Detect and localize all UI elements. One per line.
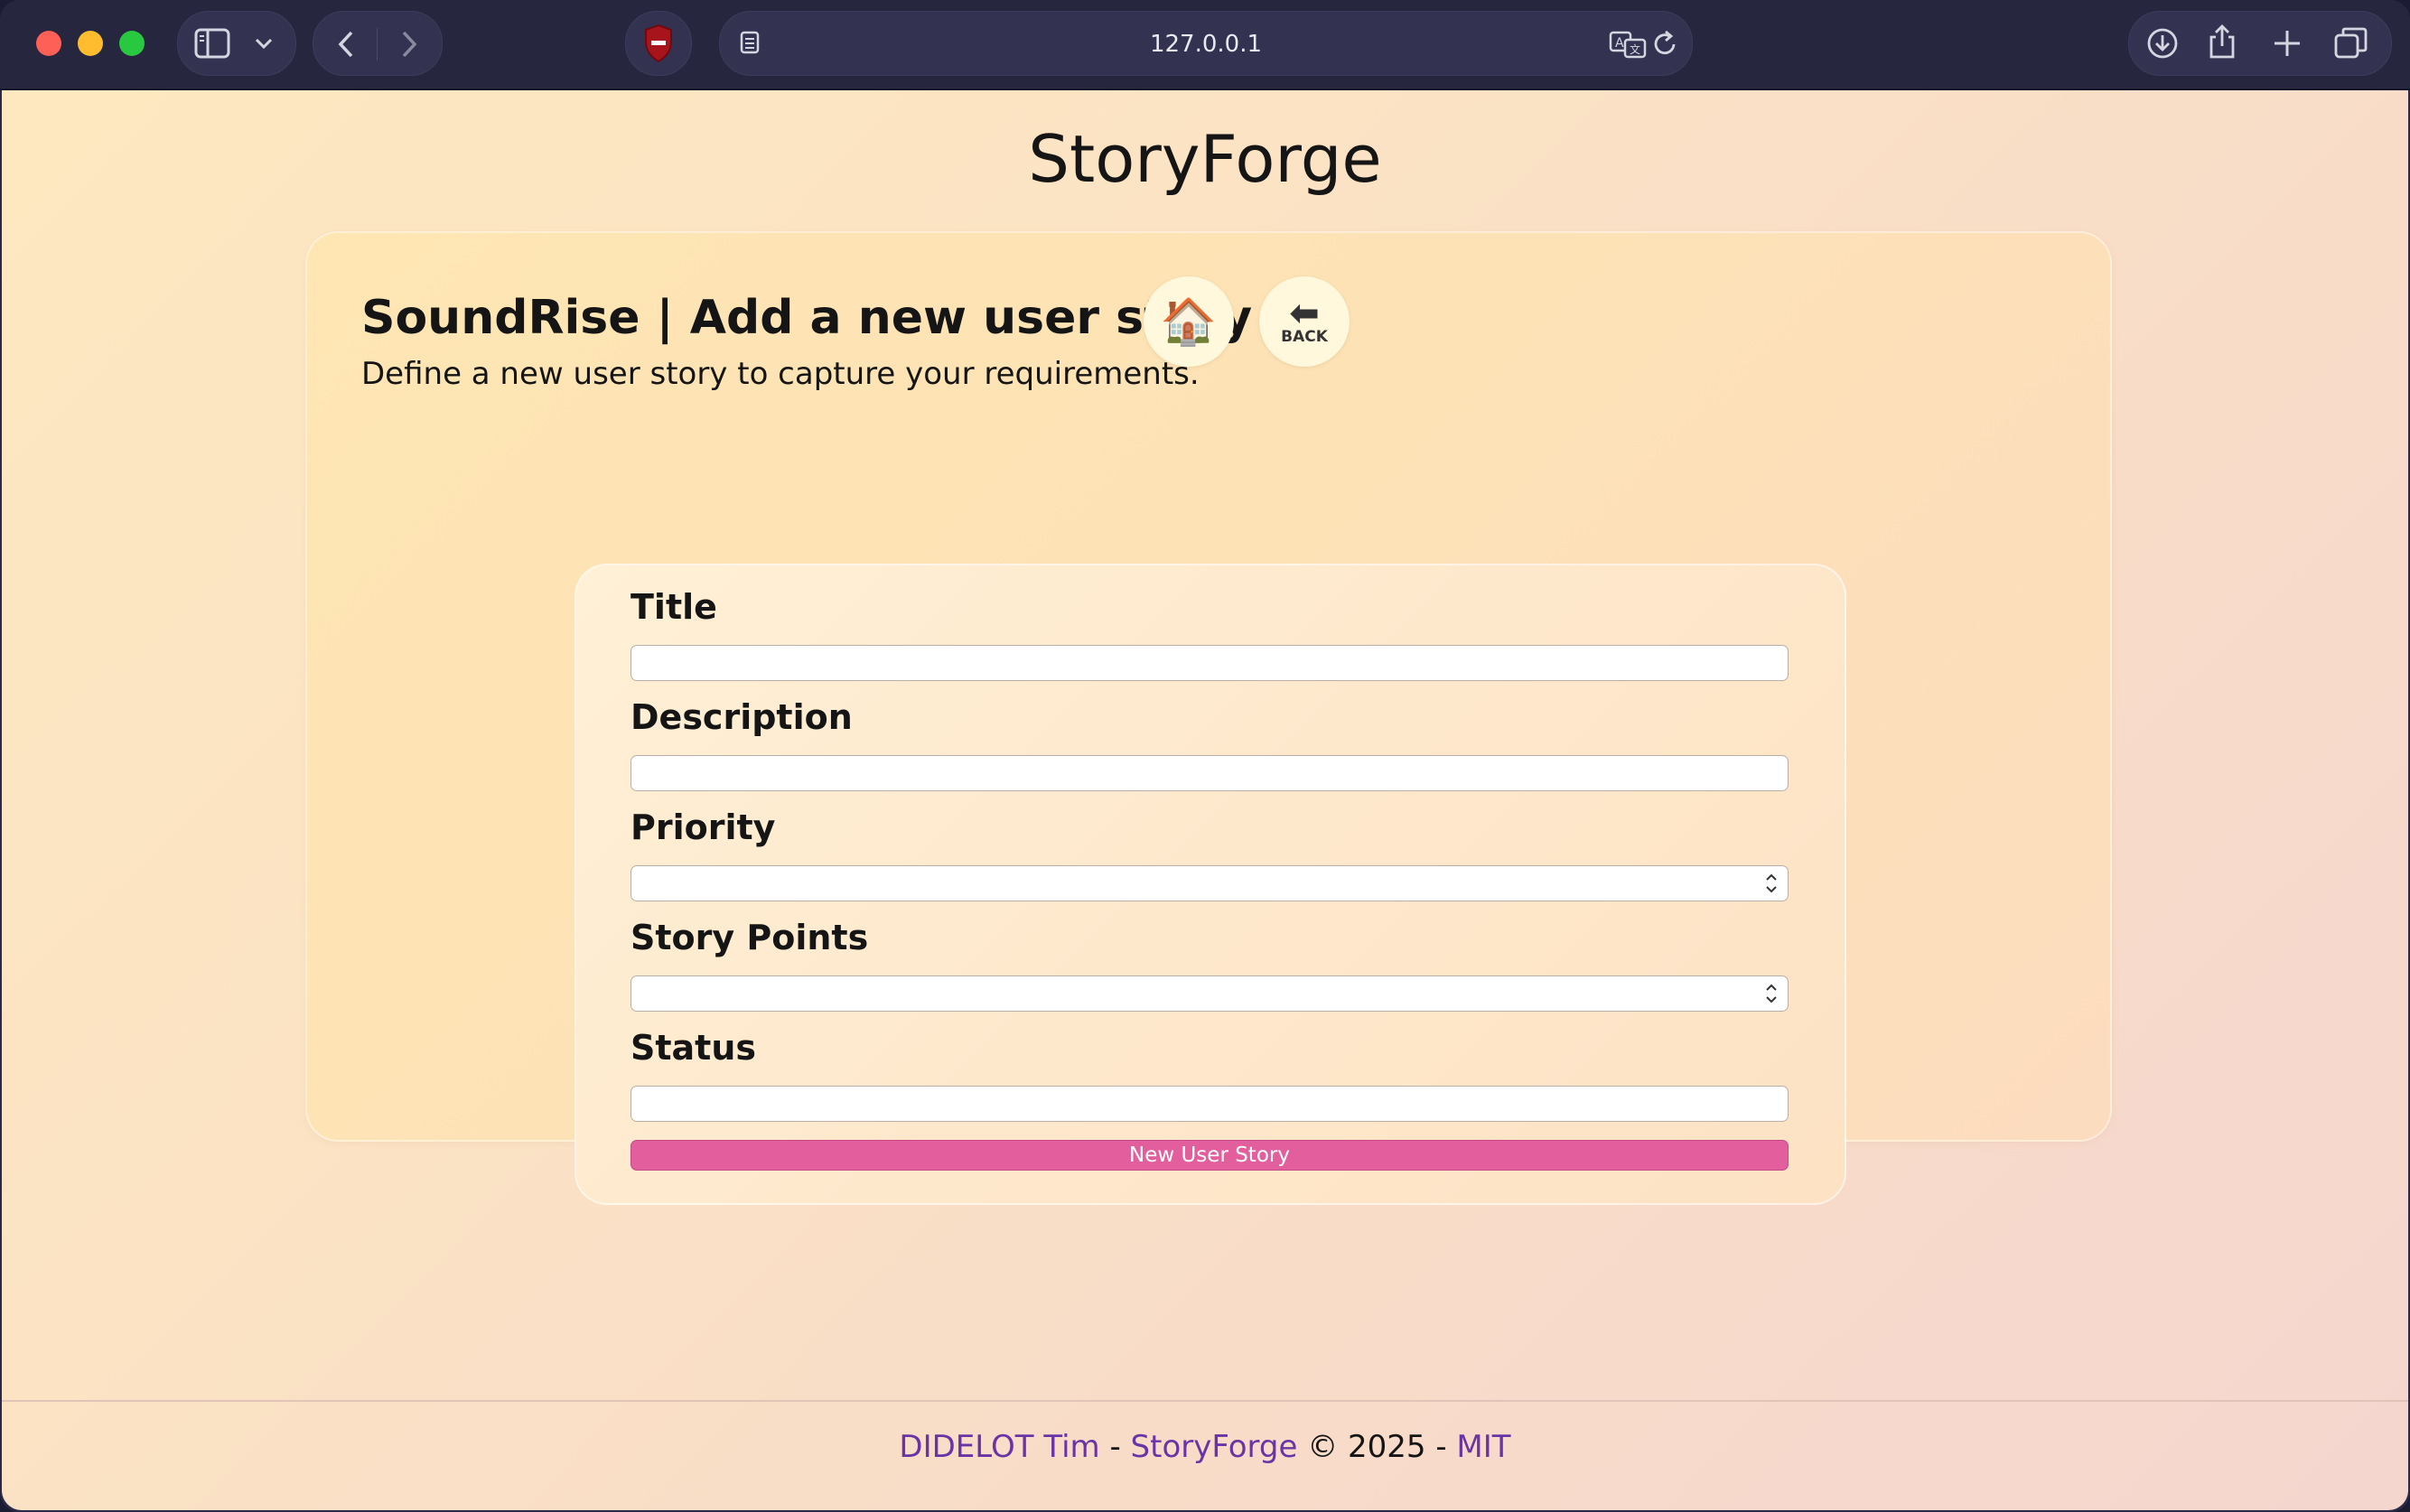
priority-select[interactable] (631, 865, 1789, 901)
svg-text:A: A (1615, 36, 1624, 51)
select-caret-icon (1766, 984, 1777, 1003)
web-page: StoryForge SoundRise | Add a new user st… (2, 90, 2408, 1510)
house-icon: 🏠 (1160, 294, 1218, 348)
share-icon[interactable] (2207, 23, 2237, 61)
new-tab-icon[interactable] (2272, 28, 2303, 59)
shield-icon (645, 23, 672, 63)
back-arrow-icon: ⬅ (1289, 293, 1320, 334)
page-heading: SoundRise | Add a new user story (361, 291, 1253, 345)
chevron-down-icon[interactable] (254, 37, 274, 50)
description-label: Description (631, 697, 853, 737)
browser-toolbar: 127.0.0.1 A 文 (0, 0, 2410, 90)
back-button[interactable]: ⬅ BACK (1259, 276, 1350, 367)
reload-icon[interactable] (1652, 30, 1679, 59)
zoom-window-button[interactable] (119, 31, 145, 56)
user-story-form: Title Description Priority Story Points (574, 564, 1846, 1205)
title-label: Title (631, 587, 717, 627)
minimize-window-button[interactable] (78, 31, 103, 56)
extension-button[interactable] (625, 11, 692, 76)
author-link[interactable]: DIDELOT Tim (899, 1429, 1099, 1465)
history-nav-group (313, 11, 443, 76)
sidebar-icon[interactable] (194, 28, 230, 59)
translate-icon[interactable]: A 文 (1609, 30, 1647, 59)
back-arrow-icon[interactable] (337, 30, 355, 59)
select-caret-icon (1766, 873, 1777, 893)
address-bar[interactable]: 127.0.0.1 A 文 (719, 11, 1693, 76)
sidebar-toggle-group (177, 11, 296, 76)
license-link[interactable]: MIT (1456, 1429, 1510, 1465)
close-window-button[interactable] (36, 31, 61, 56)
browser-actions-group (2128, 11, 2392, 76)
description-input[interactable] (631, 755, 1789, 791)
status-input[interactable] (631, 1086, 1789, 1122)
footer-divider (2, 1400, 2408, 1402)
download-icon[interactable] (2145, 26, 2180, 61)
new-user-story-button[interactable]: New User Story (631, 1140, 1789, 1171)
tabs-overview-icon[interactable] (2333, 26, 2369, 61)
story-points-label: Story Points (631, 918, 869, 957)
priority-label: Priority (631, 807, 776, 847)
footer-separator: - (1099, 1429, 1131, 1465)
copyright-text: © 2025 - (1297, 1429, 1457, 1465)
site-title[interactable]: StoryForge (2, 121, 2408, 197)
back-label: BACK (1281, 328, 1328, 346)
status-label: Status (631, 1028, 757, 1068)
title-input[interactable] (631, 645, 1789, 681)
page-description: Define a new user story to capture your … (361, 356, 1200, 392)
home-button[interactable]: 🏠 (1144, 276, 1234, 367)
url-text: 127.0.0.1 (1149, 31, 1263, 58)
forward-arrow-icon[interactable] (400, 30, 418, 59)
project-link[interactable]: StoryForge (1131, 1429, 1298, 1465)
new-story-card: SoundRise | Add a new user story 🏠 ⬅ BAC… (305, 231, 2112, 1205)
footer: DIDELOT Tim - StoryForge © 2025 - MIT (2, 1429, 2408, 1465)
browser-window: 127.0.0.1 A 文 StoryForge SoundRise | Add… (0, 0, 2410, 1512)
story-points-select[interactable] (631, 975, 1789, 1012)
svg-text:文: 文 (1630, 42, 1640, 56)
nav-divider (377, 28, 378, 61)
